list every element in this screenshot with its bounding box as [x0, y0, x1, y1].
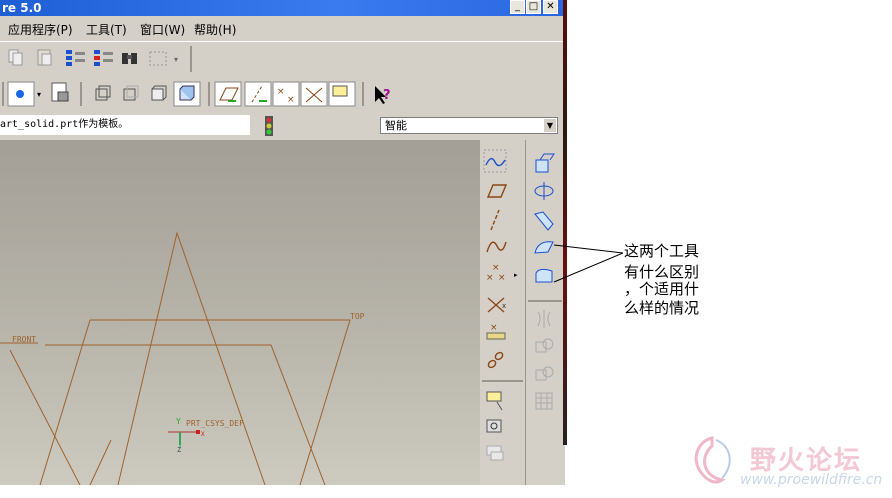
context-help-icon[interactable]: ?: [375, 86, 391, 104]
svg-text:▸: ▸: [514, 271, 518, 279]
svg-text:×: ×: [486, 273, 494, 283]
svg-text:×: ×: [490, 323, 498, 333]
wireframe-icon[interactable]: [95, 85, 111, 101]
svg-text:▾: ▾: [174, 55, 178, 64]
datum-axis-icon[interactable]: [490, 209, 500, 231]
menu-window[interactable]: 窗口(W): [140, 21, 185, 38]
message-text: art_solid.prt作为模板。: [0, 115, 250, 135]
front-plane-left-edge: [9, 349, 81, 485]
menu-tools[interactable]: 工具(T): [86, 21, 127, 38]
selection-filter-select[interactable]: 智能: [380, 117, 558, 134]
maximize-button[interactable]: □: [526, 0, 541, 14]
datum-plane-icon[interactable]: [486, 184, 508, 198]
pattern-icon[interactable]: [535, 392, 553, 410]
datum-plane-display-icon[interactable]: [214, 81, 242, 107]
datum-curve-icon[interactable]: [486, 241, 507, 253]
datum-axis-display-icon[interactable]: [244, 81, 272, 107]
toolbar-row-1: ▾: [8, 46, 192, 72]
datum-triangle: [117, 231, 266, 485]
z-axis-label: Z: [177, 446, 181, 454]
svg-text:×: ×: [498, 273, 506, 283]
csys-icon[interactable]: [168, 430, 200, 448]
shading-display-icon[interactable]: ▾: [7, 81, 41, 107]
window-title: re 5.0: [2, 1, 42, 15]
coordinate-system-icon[interactable]: x: [487, 297, 506, 313]
menu-applications[interactable]: 应用程序(P): [8, 21, 73, 38]
sketch-icon[interactable]: [483, 149, 507, 173]
shading-icon[interactable]: [173, 81, 201, 107]
svg-text:×: ×: [287, 95, 295, 105]
draft-icon[interactable]: [534, 211, 554, 231]
window-edge: [563, 0, 567, 445]
svg-text:×: ×: [277, 87, 285, 97]
feature-toolbar-icons: [528, 153, 562, 410]
regenerate-manager-icon[interactable]: [94, 50, 113, 66]
shell-icon[interactable]: [534, 182, 554, 200]
datum-point-display-icon[interactable]: × ×: [272, 81, 300, 107]
svg-text:▾: ▾: [37, 90, 41, 99]
front-plane-outline: [45, 344, 326, 485]
plane-edge: [89, 439, 112, 485]
paste-icon[interactable]: [37, 49, 52, 66]
close-button[interactable]: ✕: [543, 0, 558, 14]
no-hidden-icon[interactable]: [151, 85, 167, 101]
y-axis-label: Y: [176, 417, 181, 426]
x-axis-label: X: [201, 431, 205, 438]
watermark-url: www.proewildfire.cn: [740, 472, 883, 488]
chevron-down-icon[interactable]: ▼: [543, 118, 557, 133]
annotation-line-4: 么样的情况: [624, 299, 700, 317]
front-label[interactable]: FRONT: [12, 335, 36, 344]
saved-view-icon[interactable]: [51, 82, 69, 102]
csys-label[interactable]: PRT_CSYS_DEF: [186, 419, 244, 428]
trim-icon[interactable]: [535, 366, 554, 381]
hole-icon[interactable]: [535, 153, 555, 173]
insert-note-icon[interactable]: [486, 419, 502, 433]
select-box-icon[interactable]: ▾: [149, 51, 178, 66]
insert-annotation-icon[interactable]: [486, 391, 503, 411]
svg-text:?: ?: [383, 88, 391, 103]
annotation-line-3: ，个适用什: [624, 280, 700, 298]
csys-display-icon[interactable]: [300, 81, 328, 107]
annotation-line-1: 这两个工具: [624, 242, 700, 260]
traffic-light-icon[interactable]: [262, 115, 276, 137]
toolbar-row-2: ▾ × × ?: [2, 81, 391, 107]
bottom-strip: [0, 485, 565, 498]
reference-icon[interactable]: [487, 351, 504, 369]
insert-symbol-icon[interactable]: [486, 445, 504, 461]
menu-help[interactable]: 帮助(H): [194, 21, 236, 38]
annotation-arrows: [553, 244, 624, 283]
svg-text:×: ×: [492, 263, 500, 273]
annotation-display-icon[interactable]: [328, 81, 356, 107]
datum-toolbar-icons: × × × ▸ x ×: [482, 149, 523, 461]
analysis-icon[interactable]: ×: [486, 323, 506, 340]
datum-sketch: FRONT TOP Y PRT_CSYS_DEF X Z: [0, 231, 365, 485]
minimize-button[interactable]: _: [510, 0, 525, 14]
find-icon[interactable]: [122, 53, 137, 64]
mirror-icon[interactable]: [537, 310, 551, 328]
copy-icon[interactable]: [8, 49, 23, 66]
merge-icon[interactable]: [535, 338, 554, 353]
datum-point-icon[interactable]: × × × ▸: [486, 263, 518, 283]
regenerate-icon[interactable]: [66, 50, 85, 66]
svg-text:x: x: [502, 302, 506, 310]
menu-divider: [0, 41, 564, 42]
hidden-line-icon[interactable]: [123, 85, 139, 101]
title-bar: [0, 0, 564, 16]
watermark-logo: [694, 436, 731, 484]
top-label[interactable]: TOP: [350, 312, 365, 321]
